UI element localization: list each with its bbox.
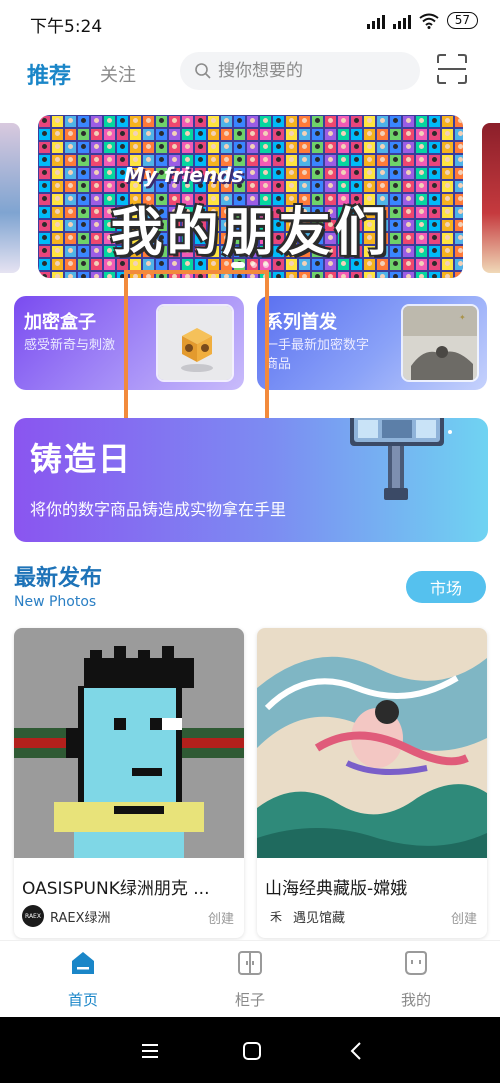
created-label: 创建 <box>207 912 234 927</box>
banner-next-peek[interactable] <box>482 123 500 273</box>
forge-desc: 将你的数字商品铸造成实物拿在手里 <box>30 500 287 519</box>
section-subtitle: New Photos <box>14 594 97 610</box>
home-icon <box>72 952 94 974</box>
nav-home[interactable]: 首页 <box>43 949 123 1010</box>
section-title: 最新发布 <box>14 566 103 591</box>
banner-prev-peek[interactable] <box>0 123 20 273</box>
nav-label: 柜子 <box>234 991 265 1009</box>
search-bar[interactable] <box>180 52 420 90</box>
carousel-dot <box>263 262 269 268</box>
nav-label: 首页 <box>67 991 98 1009</box>
main-banner[interactable]: My friends 我的朋友们 <box>38 115 463 278</box>
battery-indicator: 57 <box>446 12 478 29</box>
card-desc: 一手最新加密数字商品 <box>265 338 370 372</box>
search-input[interactable] <box>218 61 408 81</box>
banner-subtitle: My friends <box>124 163 244 187</box>
status-time: 下午5:24 <box>30 17 103 37</box>
product-name: OASISPUNK绿洲朋克 ... <box>22 879 210 899</box>
card-title: 系列首发 <box>265 312 337 333</box>
bottom-nav: 首页 柜子 我的 <box>0 940 500 1017</box>
product-image <box>257 628 487 858</box>
product-name: 山海经典藏版-嫦娥 <box>265 879 408 899</box>
tab-follow[interactable]: 关注 <box>100 61 136 87</box>
forge-day-banner[interactable]: 铸造日 将你的数字商品铸造成实物拿在手里 <box>14 418 488 542</box>
menu-icon[interactable] <box>138 1039 162 1063</box>
product-image <box>14 628 244 858</box>
series-launch-thumbnail: ✦ <box>401 304 479 382</box>
product-card[interactable]: 山海经典藏版-嫦娥 ⽲ 遇见馆藏 创建 <box>257 628 487 938</box>
nav-cabinet[interactable]: 柜子 <box>210 949 290 1010</box>
author-name: RAEX绿洲 <box>50 910 111 926</box>
signal-icon <box>366 13 385 29</box>
carousel-dot <box>231 262 245 268</box>
tab-recommend[interactable]: 推荐 <box>27 58 71 90</box>
author-avatar: ⽲ <box>265 905 287 927</box>
card-desc: 感受新奇与刺激 <box>24 338 116 353</box>
author-name: 遇见馆藏 <box>293 910 346 926</box>
nav-label: 我的 <box>400 991 431 1009</box>
series-launch-card[interactable]: 系列首发 一手最新加密数字商品 ✦ <box>257 296 487 390</box>
cabinet-icon <box>238 951 262 975</box>
search-icon <box>195 63 211 79</box>
home-square-icon[interactable] <box>240 1039 264 1063</box>
banner-title: 我的朋友们 <box>110 203 391 263</box>
created-label: 创建 <box>450 912 477 927</box>
back-icon[interactable] <box>345 1039 369 1063</box>
carousel-dot <box>251 262 257 268</box>
product-author[interactable]: ⽲ 遇见馆藏 <box>265 905 345 927</box>
market-button[interactable]: 市场 <box>406 571 486 603</box>
author-avatar: RAEX <box>22 905 44 927</box>
system-nav-bar <box>0 1017 500 1083</box>
profile-icon <box>405 951 427 975</box>
wifi-icon <box>419 13 439 29</box>
forge-title: 铸造日 <box>30 440 133 478</box>
product-author[interactable]: RAEX RAEX绿洲 <box>22 905 111 927</box>
scan-icon[interactable] <box>436 53 468 85</box>
status-icons: 57 <box>366 12 478 29</box>
carousel-indicator <box>0 262 500 268</box>
hammer-icon <box>350 418 452 500</box>
top-header: 推荐 关注 <box>0 44 500 98</box>
nav-profile[interactable]: 我的 <box>376 949 456 1010</box>
status-bar: 下午5:24 57 <box>0 0 500 44</box>
svg-text:✦: ✦ <box>459 313 466 322</box>
highlight-box <box>124 270 269 422</box>
product-card[interactable]: OASISPUNK绿洲朋克 ... RAEX RAEX绿洲 创建 <box>14 628 244 938</box>
card-title: 加密盒子 <box>24 312 96 333</box>
signal-icon <box>392 13 411 29</box>
